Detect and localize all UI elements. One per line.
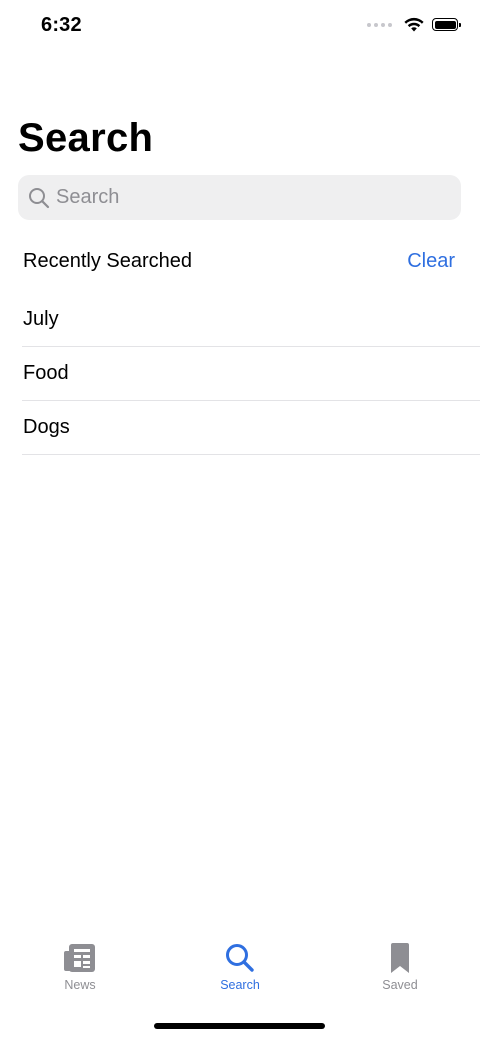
cellular-signal-icon xyxy=(367,22,392,27)
search-field[interactable] xyxy=(18,175,461,220)
bookmark-icon xyxy=(389,940,411,976)
search-screen: 6:32 Search Recent xyxy=(0,0,480,1038)
status-time: 6:32 xyxy=(41,14,82,36)
tab-saved[interactable]: Saved xyxy=(320,940,480,1000)
recent-searches-list: July Food Dogs xyxy=(22,293,480,455)
recents-header: Recently Searched Clear xyxy=(23,250,455,273)
wifi-icon xyxy=(404,17,424,32)
tab-search[interactable]: Search xyxy=(160,940,320,1000)
page-title: Search xyxy=(18,116,154,160)
tab-label: Search xyxy=(220,978,260,992)
tab-label: News xyxy=(64,978,96,992)
tab-bar: News Search Saved xyxy=(0,940,480,1000)
battery-icon xyxy=(432,18,461,31)
status-bar: 6:32 xyxy=(0,0,480,56)
recent-search-item[interactable]: Dogs xyxy=(22,401,480,455)
recents-title: Recently Searched xyxy=(23,250,192,272)
search-icon xyxy=(225,940,255,976)
home-indicator xyxy=(154,1023,325,1029)
status-indicators xyxy=(367,17,461,32)
newspaper-icon xyxy=(63,940,97,976)
clear-button[interactable]: Clear xyxy=(407,250,455,273)
recent-search-item[interactable]: Food xyxy=(22,347,480,401)
recent-search-item[interactable]: July xyxy=(22,293,480,347)
tab-news[interactable]: News xyxy=(0,940,160,1000)
search-input[interactable] xyxy=(56,186,436,209)
magnifying-glass-icon xyxy=(28,187,50,209)
tab-label: Saved xyxy=(382,978,418,992)
